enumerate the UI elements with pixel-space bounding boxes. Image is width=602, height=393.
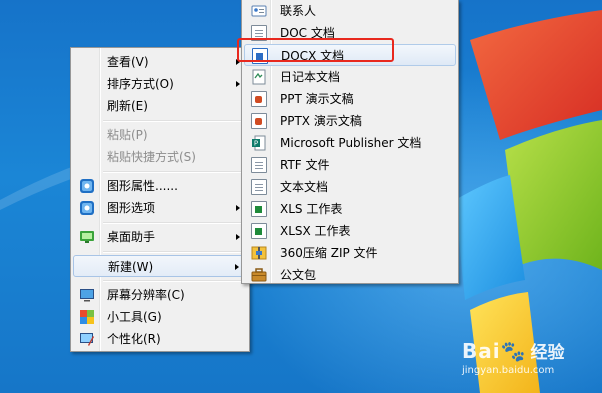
submenu-item-label: 联系人 bbox=[280, 4, 317, 18]
submenu-item-publisher[interactable]: P Microsoft Publisher 文档 bbox=[244, 132, 456, 154]
intel-graphics-icon bbox=[80, 201, 94, 215]
menu-item-label: 图形属性...... bbox=[107, 179, 178, 193]
submenu-item-label: XLS 工作表 bbox=[280, 202, 343, 216]
menu-separator bbox=[73, 168, 247, 175]
intel-graphics-icon bbox=[80, 179, 94, 193]
submenu-item-label: 公文包 bbox=[280, 268, 317, 282]
desktop-context-menu: 查看(V) 排序方式(O) 刷新(E) 粘贴(P) 粘贴快捷方式(S) 图形属性… bbox=[70, 47, 250, 352]
menu-item-desktop-assistant[interactable]: 桌面助手 bbox=[73, 226, 247, 248]
menu-item-screen-resolution[interactable]: 屏幕分辨率(C) bbox=[73, 284, 247, 306]
submenu-item-label: PPT 演示文稿 bbox=[280, 92, 354, 106]
menu-item-refresh[interactable]: 刷新(E) bbox=[73, 95, 247, 117]
submenu-arrow-icon bbox=[236, 81, 240, 87]
submenu-item-rtf[interactable]: RTF 文件 bbox=[244, 154, 456, 176]
submenu-item-label: 日记本文档 bbox=[280, 70, 341, 84]
menu-item-label: 桌面助手 bbox=[107, 230, 156, 244]
paw-icon: 🐾 bbox=[500, 339, 527, 363]
submenu-item-ppt[interactable]: PPT 演示文稿 bbox=[244, 88, 456, 110]
gadgets-icon bbox=[80, 310, 94, 324]
menu-separator bbox=[73, 248, 247, 255]
menu-item-personalize[interactable]: 个性化(R) bbox=[73, 328, 247, 350]
publisher-document-icon: P bbox=[252, 135, 266, 151]
monitor-icon bbox=[80, 289, 94, 302]
zip-archive-icon bbox=[251, 246, 267, 260]
submenu-item-label: Microsoft Publisher 文档 bbox=[280, 136, 422, 150]
menu-item-label: 粘贴快捷方式(S) bbox=[107, 150, 196, 164]
menu-item-paste-shortcut: 粘贴快捷方式(S) bbox=[73, 146, 247, 168]
menu-item-label: 查看(V) bbox=[107, 55, 149, 69]
menu-item-label: 刷新(E) bbox=[107, 99, 148, 113]
menu-item-paste: 粘贴(P) bbox=[73, 124, 247, 146]
submenu-item-pptx[interactable]: PPTX 演示文稿 bbox=[244, 110, 456, 132]
menu-item-label: 图形选项 bbox=[107, 201, 156, 215]
submenu-item-xlsx[interactable]: XLSX 工作表 bbox=[244, 220, 456, 242]
menu-item-graphics-options[interactable]: 图形选项 bbox=[73, 197, 247, 219]
contact-card-icon bbox=[251, 5, 267, 17]
desktop-assistant-icon bbox=[80, 231, 94, 243]
submenu-item-label: 文本文档 bbox=[280, 180, 329, 194]
rtf-document-icon bbox=[251, 157, 267, 173]
submenu-item-label: 360压缩 ZIP 文件 bbox=[280, 246, 378, 260]
submenu-item-zip[interactable]: 360压缩 ZIP 文件 bbox=[244, 242, 456, 264]
personalize-icon bbox=[80, 333, 94, 346]
xlsx-worksheet-icon bbox=[251, 223, 267, 239]
submenu-item-label: RTF 文件 bbox=[280, 158, 330, 172]
watermark-url: jingyan.baidu.com bbox=[462, 365, 555, 376]
briefcase-icon bbox=[251, 268, 267, 282]
pptx-presentation-icon bbox=[251, 113, 267, 129]
menu-item-gadgets[interactable]: 小工具(G) bbox=[73, 306, 247, 328]
menu-item-label: 小工具(G) bbox=[107, 310, 162, 324]
submenu-item-briefcase[interactable]: 公文包 bbox=[244, 264, 456, 286]
baidu-jingyan-watermark: Bai🐾 经验 jingyan.baidu.com bbox=[462, 338, 565, 376]
annotation-highlight-box bbox=[237, 38, 394, 62]
submenu-item-label: XLSX 工作表 bbox=[280, 224, 351, 238]
submenu-arrow-icon bbox=[236, 234, 240, 240]
submenu-item-xls[interactable]: XLS 工作表 bbox=[244, 198, 456, 220]
watermark-brand-suffix: 经验 bbox=[530, 343, 565, 363]
svg-text:P: P bbox=[254, 140, 258, 148]
journal-document-icon bbox=[252, 69, 266, 85]
submenu-item-journal[interactable]: 日记本文档 bbox=[244, 66, 456, 88]
submenu-arrow-icon bbox=[236, 205, 240, 211]
menu-separator bbox=[73, 117, 247, 124]
ppt-presentation-icon bbox=[251, 91, 267, 107]
watermark-brand: Bai bbox=[462, 339, 501, 363]
submenu-item-label: PPTX 演示文稿 bbox=[280, 114, 362, 128]
menu-separator bbox=[73, 219, 247, 226]
submenu-item-contact[interactable]: 联系人 bbox=[244, 0, 456, 22]
menu-item-new[interactable]: 新建(W) bbox=[73, 255, 247, 277]
xls-worksheet-icon bbox=[251, 201, 267, 217]
text-document-icon bbox=[251, 179, 267, 195]
menu-separator bbox=[73, 277, 247, 284]
menu-item-graphics-properties[interactable]: 图形属性...... bbox=[73, 175, 247, 197]
menu-item-label: 个性化(R) bbox=[107, 332, 161, 346]
menu-item-label: 排序方式(O) bbox=[107, 77, 174, 91]
menu-item-label: 新建(W) bbox=[108, 260, 154, 274]
submenu-item-text[interactable]: 文本文档 bbox=[244, 176, 456, 198]
menu-item-label: 粘贴(P) bbox=[107, 128, 148, 142]
menu-item-view[interactable]: 查看(V) bbox=[73, 51, 247, 73]
menu-item-label: 屏幕分辨率(C) bbox=[107, 288, 185, 302]
menu-item-sort-by[interactable]: 排序方式(O) bbox=[73, 73, 247, 95]
submenu-arrow-icon bbox=[235, 264, 239, 270]
